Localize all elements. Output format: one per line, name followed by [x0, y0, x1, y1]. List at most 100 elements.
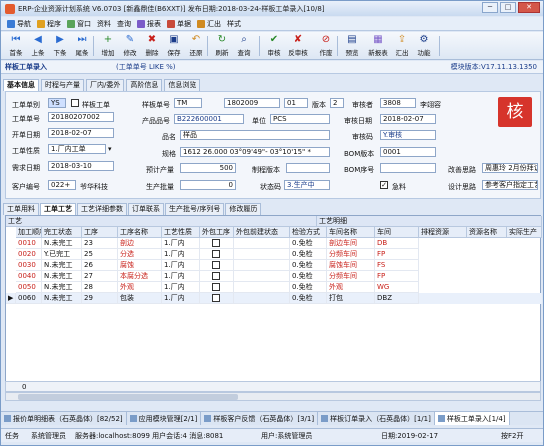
column-header[interactable]: 排程资源 [419, 227, 467, 238]
column-header[interactable]: 加工顺序 [16, 227, 42, 238]
open-date-field[interactable]: 2018-02-07 [48, 128, 114, 138]
table-cell[interactable]: 腐蚀 [118, 260, 162, 271]
order-no-field[interactable]: 20180207002 [48, 112, 114, 122]
table-cell[interactable]: N.未完工 [42, 238, 82, 249]
process-version-field[interactable] [286, 163, 330, 173]
table-cell[interactable]: 28 [82, 282, 118, 293]
order-type-field[interactable]: YS [48, 98, 66, 108]
column-header[interactable]: 完工状态 [42, 227, 82, 238]
table-cell[interactable]: 29 [82, 293, 118, 304]
tab-schedule[interactable]: 时程与产量 [41, 79, 84, 91]
open-window-tab[interactable]: 报价单明细表（石英晶体）[82/52] [1, 412, 127, 425]
customer-no-field[interactable]: 022+ [48, 180, 76, 190]
open-window-tab[interactable]: 样板客户反馈（石英晶体）[3/1] [201, 412, 319, 425]
table-cell[interactable]: DBZ [375, 293, 419, 304]
checkbox-box[interactable] [212, 261, 220, 269]
scrollbar-thumb[interactable] [18, 394, 238, 400]
tab-batch-serial[interactable]: 生产批号/序列号 [165, 203, 225, 215]
table-cell[interactable] [234, 238, 290, 249]
table-cell[interactable]: 分频车间 [327, 249, 375, 260]
menu-style[interactable]: 样式 [227, 19, 241, 29]
bom-seq-field[interactable] [380, 163, 436, 173]
checkbox-box[interactable] [212, 283, 220, 291]
document-tab[interactable]: 样板工单录入 [5, 62, 47, 72]
void-button[interactable]: ⊘ 作废 [315, 34, 337, 58]
table-cell[interactable]: FS [375, 260, 419, 271]
table-cell[interactable]: FP [375, 249, 419, 260]
outsource-checkbox[interactable] [200, 260, 234, 271]
table-cell[interactable]: 23 [82, 238, 118, 249]
outsource-checkbox[interactable] [200, 282, 234, 293]
tab-materials[interactable]: 工单用料 [3, 203, 39, 215]
prev-button[interactable]: ◀ 上条 [27, 34, 49, 58]
table-cell[interactable]: 0050 [16, 282, 42, 293]
column-header[interactable]: 外包工序 [200, 227, 234, 238]
save-button[interactable]: ▣ 保存 [163, 34, 185, 58]
column-header[interactable]: 车间 [375, 227, 419, 238]
menu-document[interactable]: 单据 [167, 19, 191, 29]
menu-data[interactable]: 资料 [97, 19, 111, 29]
outsource-checkbox[interactable] [200, 293, 234, 304]
open-window-tab[interactable]: 样板工单录入[1/4] [434, 412, 510, 425]
status-code-select[interactable]: 3.生产中 [284, 180, 330, 190]
menu-program[interactable]: 程序 [37, 19, 61, 29]
chevron-down-icon[interactable]: ▾ [108, 145, 112, 153]
tab-process-params[interactable]: 工艺详细参数 [77, 203, 127, 215]
menu-report[interactable]: 报表 [137, 19, 161, 29]
add-button[interactable]: + 增加 [97, 34, 119, 58]
demand-date-field[interactable]: 2018-03-10 [48, 161, 114, 171]
checkbox-box[interactable] [212, 272, 220, 280]
export-button[interactable]: ⇪ 汇出 [391, 34, 413, 58]
table-cell[interactable]: 剖边 [118, 238, 162, 249]
table-cell[interactable]: 0.免检 [290, 271, 327, 282]
table-cell[interactable]: 0.免检 [290, 260, 327, 271]
product-name-field[interactable]: 样品 [180, 130, 330, 140]
table-cell[interactable]: N.未完工 [42, 271, 82, 282]
checkbox-box[interactable] [212, 250, 220, 258]
menu-navigation[interactable]: 导航 [7, 19, 31, 29]
table-cell[interactable]: 0010 [16, 238, 42, 249]
function-button[interactable]: ⚙ 功能 [413, 34, 435, 58]
table-cell[interactable]: 本腐分选 [118, 271, 162, 282]
table-cell[interactable]: Y.已完工 [42, 249, 82, 260]
checkbox-box[interactable] [212, 294, 220, 302]
table-cell[interactable]: 1.厂内 [162, 293, 200, 304]
unapprove-button[interactable]: ✘ 反审核 [287, 34, 309, 58]
undo-button[interactable]: ↶ 还原 [185, 34, 207, 58]
close-button[interactable]: ✕ [518, 2, 540, 13]
checkbox-box[interactable] [212, 239, 220, 247]
table-cell[interactable] [234, 282, 290, 293]
table-cell[interactable]: 外观 [118, 282, 162, 293]
design-idea-field[interactable]: 参考客户指定工艺 [482, 180, 538, 190]
tab-inhouse-outsource[interactable]: 厂内/委外 [86, 79, 125, 91]
first-button[interactable]: ⏮ 首条 [5, 34, 27, 58]
table-cell[interactable]: N.未完工 [42, 293, 82, 304]
tasks-button[interactable]: 任务 [5, 431, 19, 441]
table-cell[interactable]: 1.厂内 [162, 249, 200, 260]
approver-field[interactable]: 3808 [380, 98, 416, 108]
tab-history[interactable]: 修改履历 [225, 203, 262, 215]
open-window-tab[interactable]: 应用模块管理[2/1] [127, 412, 202, 425]
table-cell[interactable]: 0.免检 [290, 293, 327, 304]
table-cell[interactable]: FP [375, 271, 419, 282]
tab-process[interactable]: 工单工艺 [40, 203, 76, 215]
table-cell[interactable]: 腐蚀车间 [327, 260, 375, 271]
batch-qty-field[interactable]: 0 [180, 180, 236, 190]
open-window-tab[interactable]: 样板订单录入（石英晶体）[1/1] [318, 412, 435, 425]
column-header[interactable]: 检验方式 [290, 227, 327, 238]
table-cell[interactable]: 0060 [16, 293, 42, 304]
column-header[interactable]: 实际生产 [507, 227, 542, 238]
table-cell[interactable]: 外观 [327, 282, 375, 293]
order-nature-select[interactable]: 1.厂内工单 [48, 144, 106, 154]
version-field[interactable]: 2 [330, 98, 344, 108]
table-cell[interactable]: 分频车间 [327, 271, 375, 282]
sample-no-field[interactable]: 1802009 [224, 98, 280, 108]
approve-button[interactable]: ✔ 审核 [263, 34, 285, 58]
sample-no-type-field[interactable]: TM [174, 98, 202, 108]
table-cell[interactable]: 0020 [16, 249, 42, 260]
column-header[interactable]: 工艺性质 [162, 227, 200, 238]
refresh-button[interactable]: ↻ 刷新 [211, 34, 233, 58]
table-cell[interactable]: N.未完工 [42, 260, 82, 271]
approve-code-field[interactable]: Y.审核 [380, 130, 436, 140]
table-cell[interactable]: 剖边车间 [327, 238, 375, 249]
